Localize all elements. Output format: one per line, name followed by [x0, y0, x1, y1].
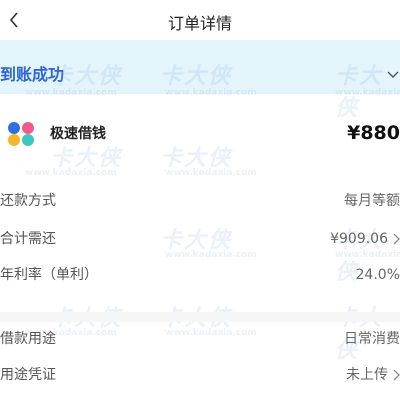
row-value: ¥909.06 — [330, 229, 400, 249]
row-label: 借款用途 — [0, 331, 56, 347]
loan-amount: ¥880 — [347, 122, 400, 144]
chevron-right-icon — [393, 369, 400, 381]
row-annual-rate: 年利率（单利） 24.0% — [0, 262, 400, 288]
row-loan-purpose: 借款用途 日常消费 — [0, 326, 400, 352]
row-total-repay[interactable]: 合计需还 ¥909.06 — [0, 226, 400, 252]
status-text: 到账成功 — [0, 65, 65, 84]
repayment-method-value: 每月等额 — [344, 193, 400, 209]
row-value: 未上传 — [346, 365, 400, 385]
chevron-down-icon[interactable] — [386, 68, 400, 82]
row-value: 日常消费 — [344, 329, 400, 349]
total-repay-value: ¥909.06 — [330, 231, 388, 247]
row-repayment-method: 还款方式 每月等额 — [0, 188, 400, 214]
row-value: 24.0% — [356, 265, 400, 285]
product-name: 极速借钱 — [50, 126, 106, 142]
page-title: 订单详情 — [167, 14, 232, 33]
row-purpose-proof[interactable]: 用途凭证 未上传 — [0, 362, 400, 388]
loan-purpose-value: 日常消费 — [344, 331, 400, 347]
section-divider — [0, 312, 400, 322]
chevron-right-icon — [393, 233, 400, 245]
nav-bar: 订单详情 — [0, 0, 400, 40]
purpose-proof-value: 未上传 — [346, 367, 388, 383]
row-value: 每月等额 — [344, 191, 400, 211]
row-label: 用途凭证 — [0, 367, 56, 383]
row-label: 合计需还 — [0, 231, 56, 247]
annual-rate-value: 24.0% — [355, 267, 400, 283]
row-label: 还款方式 — [0, 193, 56, 209]
product-logo-icon — [8, 122, 34, 146]
row-label: 年利率（单利） — [0, 267, 98, 283]
